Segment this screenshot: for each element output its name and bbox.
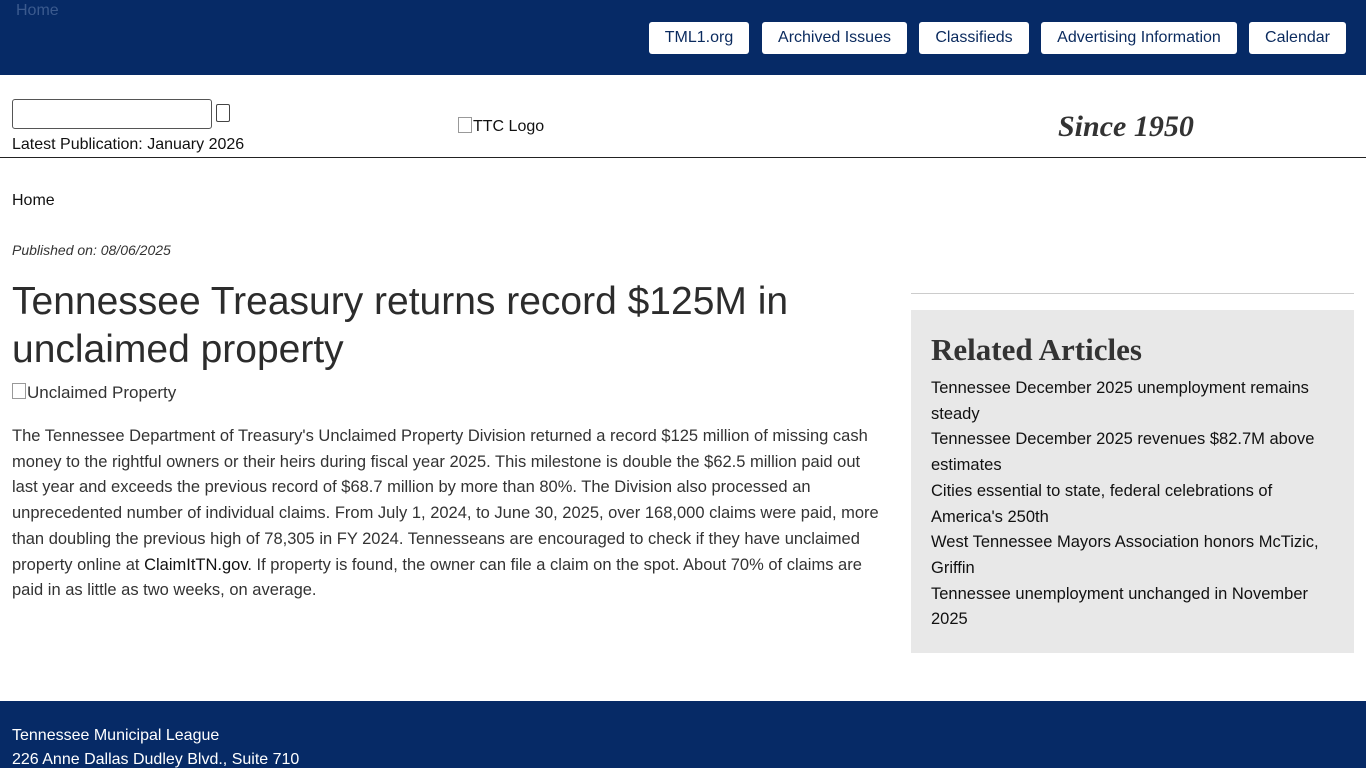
top-nav-bar: Home TML1.org Archived Issues Classified… [0,0,1366,75]
since-tagline: Since 1950 [1058,110,1194,143]
related-article-link[interactable]: Tennessee unemployment unchanged in Nove… [931,582,1341,633]
search-input[interactable] [12,99,212,129]
related-article-link[interactable]: Tennessee December 2025 revenues $82.7M … [931,427,1341,478]
footer-org-name: Tennessee Municipal League [12,727,220,744]
nav-button-label: Calendar [1265,29,1330,46]
home-image-alt-text: Home [16,2,59,19]
nav-button-calendar[interactable]: Calendar [1249,22,1346,54]
nav-button-archived-issues[interactable]: Archived Issues [762,22,907,54]
article-image: Unclaimed Property [12,383,176,403]
related-articles-title: Related Articles [931,332,1142,367]
nav-button-advertising-information[interactable]: Advertising Information [1041,22,1237,54]
latest-publication-text: Latest Publication: January 2026 [12,136,245,153]
nav-button-classifieds[interactable]: Classifieds [919,22,1029,54]
home-logo-link[interactable]: Home [16,2,59,20]
nav-button-label: Archived Issues [778,29,891,46]
published-date: Published on: 08/06/2025 [12,242,171,258]
related-articles-panel: Related Articles Tennessee December 2025… [911,310,1354,653]
claimittn-link[interactable]: ClaimItTN.gov [144,556,247,574]
nav-button-label: Advertising Information [1057,29,1221,46]
nav-button-label: TML1.org [664,29,734,46]
site-header: Latest Publication: January 2026 TTC Log… [0,75,1366,158]
nav-button-label: Classifieds [935,29,1013,46]
article-body-text: The Tennessee Department of Treasury's U… [12,427,879,574]
related-articles-list: Tennessee December 2025 unemployment rem… [931,376,1341,633]
article-title: Tennessee Treasury returns record $125M … [12,280,789,371]
article-body: The Tennessee Department of Treasury's U… [12,424,882,604]
ttc-logo-alt-text: TTC Logo [473,118,545,135]
breadcrumb-home-link[interactable]: Home [12,192,55,210]
site-footer: Tennessee Municipal League 226 Anne Dall… [0,701,1366,768]
search-submit-button[interactable] [216,104,230,122]
broken-image-icon [458,117,472,133]
footer-address: 226 Anne Dallas Dudley Blvd., Suite 710 [12,751,300,768]
ttc-logo[interactable]: TTC Logo [458,117,545,136]
related-article-link[interactable]: Cities essential to state, federal celeb… [931,479,1341,530]
related-article-link[interactable]: West Tennessee Mayors Association honors… [931,530,1341,581]
article-image-alt-text: Unclaimed Property [27,383,177,402]
broken-image-icon [12,383,26,399]
related-article-link[interactable]: Tennessee December 2025 unemployment rem… [931,376,1341,427]
sidebar-divider [911,293,1354,294]
nav-button-tml1[interactable]: TML1.org [649,22,749,54]
